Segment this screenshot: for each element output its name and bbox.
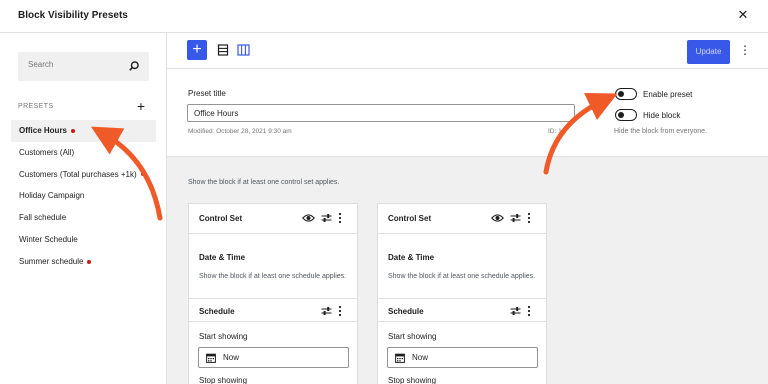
preset-item-fall-schedule[interactable]: Fall schedule [11, 207, 156, 229]
preset-title-label: Preset title [188, 89, 226, 98]
preset-item-customers-all[interactable]: Customers (All) [11, 142, 156, 164]
presets-heading: PRESETS [18, 103, 54, 110]
add-block-button[interactable]: + [187, 40, 207, 60]
hide-block-label: Hide block [643, 111, 681, 120]
search-icon[interactable] [128, 60, 140, 72]
sliders-icon[interactable] [510, 306, 521, 316]
enable-preset-label: Enable preset [643, 90, 693, 99]
columns-icon[interactable] [237, 44, 250, 56]
sliders-icon[interactable] [510, 213, 521, 223]
date-time-title: Date & Time [388, 253, 435, 262]
date-time-help: Show the block if at least one schedule … [388, 273, 536, 280]
modal-header: Block Visibility Presets ✕ [0, 0, 768, 33]
preset-item-customers-total-purchases[interactable]: Customers (Total purchases +1k) [11, 164, 156, 186]
hide-block-toggle[interactable] [615, 109, 637, 121]
date-time-title: Date & Time [199, 253, 246, 262]
preset-id: ID: 12 [548, 128, 566, 135]
preset-label: Customers (All) [19, 147, 75, 157]
stop-showing-label: Stop showing [388, 376, 437, 384]
kebab-menu-icon[interactable] [338, 212, 342, 224]
preset-item-winter-schedule[interactable]: Winter Schedule [11, 229, 156, 251]
eye-icon[interactable] [491, 213, 504, 223]
kebab-menu-icon[interactable] [527, 212, 531, 224]
control-set-header: Control Set [378, 204, 546, 234]
unsaved-indicator [87, 259, 92, 264]
editor-toolbar: + Update ⋮ [167, 33, 768, 69]
start-date-value: Now [412, 353, 429, 362]
list-view-icon[interactable] [217, 44, 229, 56]
update-button[interactable]: Update [687, 40, 730, 64]
schedule-label: Schedule [199, 307, 235, 316]
calendar-icon [206, 353, 216, 363]
preset-settings: Preset title Modified: October 28, 2021 … [167, 70, 768, 157]
preset-list: Office Hours Customers (All) Customers (… [11, 120, 156, 273]
start-showing-label: Start showing [199, 332, 248, 341]
start-date-field[interactable]: Now [198, 347, 349, 368]
start-showing-label: Start showing [388, 332, 437, 341]
add-preset-button[interactable]: + [134, 99, 148, 113]
eye-icon[interactable] [302, 213, 315, 223]
calendar-icon [395, 353, 405, 363]
unsaved-indicator [140, 172, 145, 177]
start-date-field[interactable]: Now [387, 347, 538, 368]
preset-label: Fall schedule [19, 213, 67, 223]
search-input[interactable] [28, 60, 118, 69]
toggle-knob [618, 90, 624, 97]
control-set-card[interactable]: Control Set Date & Time Show the block i… [377, 203, 547, 384]
preset-item-office-hours[interactable]: Office Hours [11, 120, 156, 142]
enable-preset-toggle[interactable] [615, 88, 637, 100]
editor-canvas: Show the block if at least one control s… [167, 157, 768, 384]
schedule-row: Schedule [189, 298, 357, 322]
control-set-title: Control Set [388, 214, 432, 223]
sliders-icon[interactable] [321, 213, 332, 223]
control-set-header: Control Set [189, 204, 357, 234]
preset-label: Holiday Campaign [19, 191, 85, 201]
preset-label: Customers (Total purchases +1k) [19, 169, 137, 179]
sliders-icon[interactable] [321, 306, 332, 316]
unsaved-indicator [71, 128, 76, 133]
toggle-knob [618, 111, 624, 118]
preset-label: Office Hours [19, 126, 68, 135]
modified-date: Modified: October 28, 2021 9:30 am [188, 128, 292, 135]
control-set-title: Control Set [199, 214, 243, 223]
schedule-row: Schedule [378, 298, 546, 322]
modal-title: Block Visibility Presets [18, 10, 128, 21]
kebab-menu-icon[interactable] [338, 305, 342, 317]
hide-block-help: Hide the block from everyone. [614, 128, 707, 135]
preset-label: Summer schedule [19, 256, 84, 266]
kebab-menu-icon[interactable] [527, 305, 531, 317]
preset-item-summer-schedule[interactable]: Summer schedule [11, 251, 156, 273]
date-time-help: Show the block if at least one schedule … [199, 273, 347, 280]
stop-showing-label: Stop showing [199, 376, 248, 384]
preset-item-holiday-campaign[interactable]: Holiday Campaign [11, 185, 156, 207]
start-date-value: Now [223, 353, 240, 362]
close-button[interactable]: ✕ [736, 8, 750, 22]
more-options-button[interactable]: ⋮ [739, 42, 751, 58]
schedule-label: Schedule [388, 307, 424, 316]
canvas-help-text: Show the block if at least one control s… [188, 179, 340, 186]
control-set-card[interactable]: Control Set Date & Time Show the block i… [188, 203, 358, 384]
preset-label: Winter Schedule [19, 234, 78, 244]
preset-title-input[interactable] [187, 104, 575, 122]
search-box[interactable] [18, 52, 149, 81]
sidebar: PRESETS + Office Hours Customers (All) C… [0, 33, 167, 384]
